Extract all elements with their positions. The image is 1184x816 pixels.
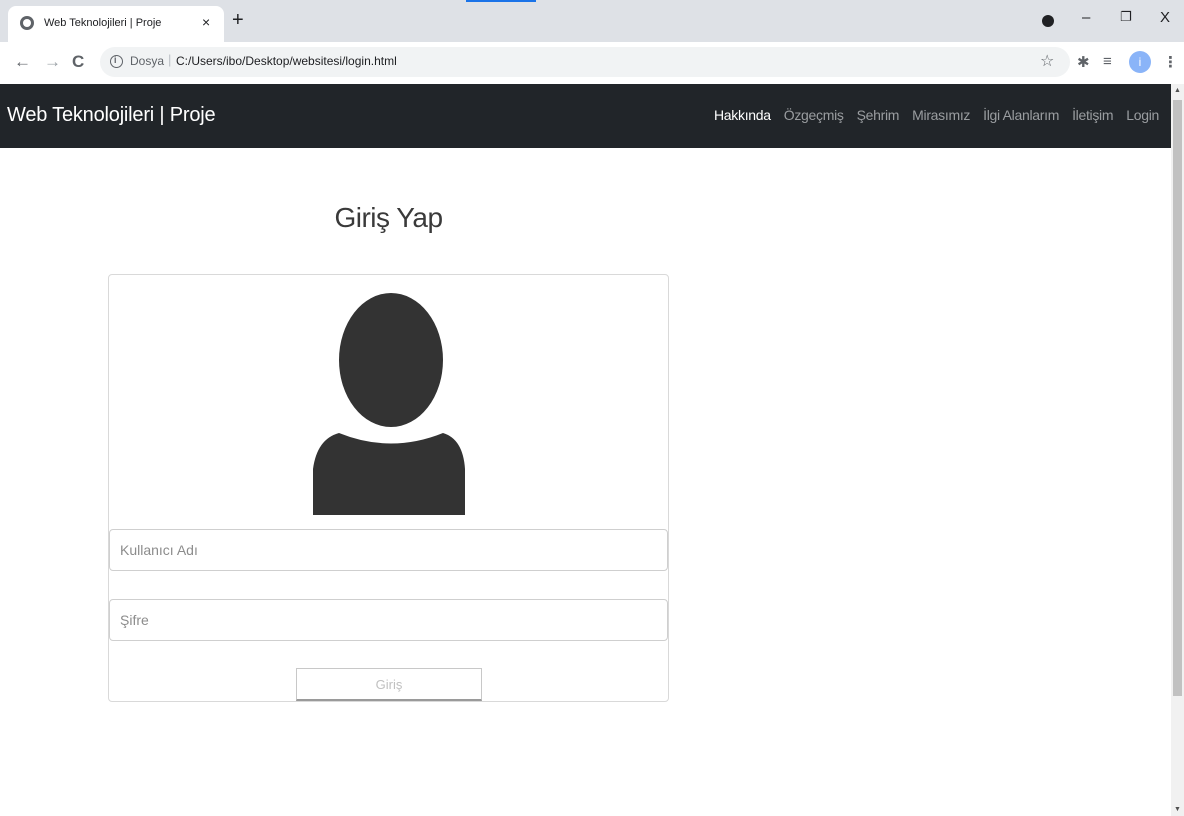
extension-icon[interactable]	[1042, 15, 1054, 27]
globe-icon	[20, 16, 34, 30]
bookmark-star-icon[interactable]: ☆	[1040, 51, 1054, 71]
scroll-down-arrow-icon[interactable]: ▼	[1174, 806, 1181, 813]
url-separator: |	[168, 52, 172, 67]
site-navbar: Web Teknolojileri | Proje Hakkında Özgeç…	[0, 84, 1171, 148]
nav-link-sehrim[interactable]: Şehrim	[857, 107, 900, 123]
nav-link-ozgecmis[interactable]: Özgeçmiş	[784, 107, 844, 123]
reload-button[interactable]: C	[72, 52, 84, 72]
browser-toolbar: ← → C Dosya | C:/Users/ibo/Desktop/websi…	[0, 42, 1184, 84]
page-scrollbar[interactable]: ▲ ▼	[1171, 84, 1184, 816]
address-bar[interactable]: Dosya | C:/Users/ibo/Desktop/websitesi/l…	[100, 47, 1070, 77]
extensions-puzzle-icon[interactable]: ✱	[1077, 53, 1090, 71]
minimize-button[interactable]: –	[1082, 9, 1090, 26]
tab-title: Web Teknolojileri | Proje	[44, 17, 162, 29]
browser-tab-strip: Web Teknolojileri | Proje × + – ❐ X	[0, 0, 1184, 42]
close-window-button[interactable]: X	[1160, 9, 1170, 26]
nav-link-mirasimiz[interactable]: Mirasımız	[912, 107, 970, 123]
url-text[interactable]: C:/Users/ibo/Desktop/websitesi/login.htm…	[176, 54, 397, 68]
nav-link-ilgi-alanlarim[interactable]: İlgi Alanlarım	[983, 107, 1059, 123]
navbar-brand[interactable]: Web Teknolojileri | Proje	[7, 104, 216, 127]
reading-list-icon[interactable]: ≡	[1103, 53, 1112, 70]
info-icon[interactable]	[110, 55, 123, 68]
nav-link-login[interactable]: Login	[1126, 107, 1159, 123]
login-submit-button[interactable]: Giriş	[296, 668, 482, 701]
scrollbar-thumb[interactable]	[1173, 100, 1182, 696]
forward-button[interactable]: →	[44, 52, 61, 72]
nav-link-hakkinda[interactable]: Hakkında	[714, 107, 771, 123]
menu-kebab-icon[interactable]: ⋮	[1163, 53, 1178, 71]
back-button[interactable]: ←	[14, 52, 31, 72]
new-tab-button[interactable]: +	[232, 10, 244, 30]
scroll-up-arrow-icon[interactable]: ▲	[1174, 87, 1181, 94]
profile-avatar[interactable]: i	[1129, 51, 1151, 73]
password-input[interactable]	[109, 599, 668, 641]
loading-indicator	[466, 0, 536, 2]
scheme-label: Dosya	[130, 54, 165, 68]
browser-tab[interactable]: Web Teknolojileri | Proje ×	[8, 6, 224, 42]
nav-links: Hakkında Özgeçmiş Şehrim Mirasımız İlgi …	[714, 107, 1159, 123]
username-input[interactable]	[109, 529, 668, 571]
nav-link-iletisim[interactable]: İletişim	[1072, 107, 1113, 123]
login-title: Giriş Yap	[334, 202, 443, 233]
login-card: Giriş	[108, 274, 669, 702]
user-avatar-icon	[313, 293, 465, 515]
restore-button[interactable]: ❐	[1120, 9, 1132, 25]
tab-close-button[interactable]: ×	[202, 14, 210, 30]
